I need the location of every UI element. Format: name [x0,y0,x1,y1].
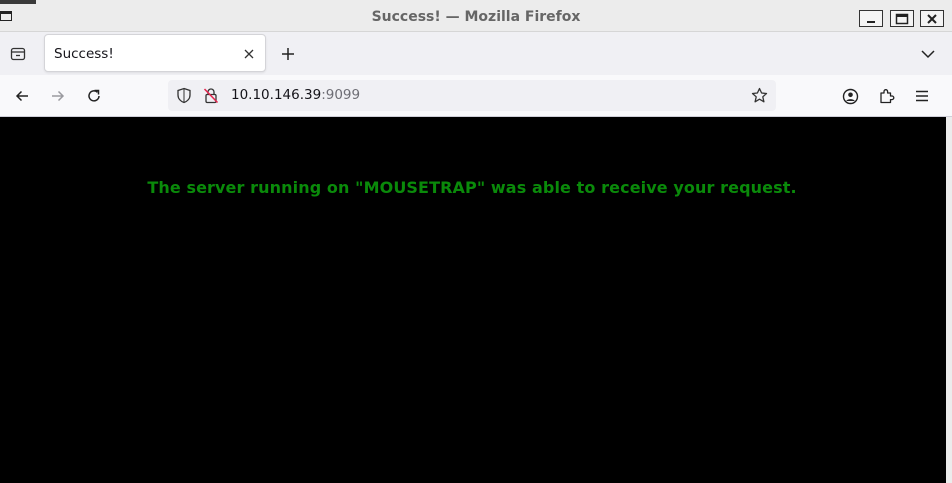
plus-icon [282,48,294,60]
bookmark-button[interactable] [751,87,768,108]
shield-icon [177,87,191,104]
account-icon [842,88,858,104]
address-bar[interactable]: 10.10.146.39:9099 [168,80,776,111]
insecure-lock-icon [203,88,219,104]
reload-icon [88,89,100,102]
extensions-icon [879,88,894,103]
firefox-view-icon [10,47,26,61]
maximize-icon [895,13,909,24]
navigation-toolbar: 10.10.146.39:9099 [0,75,952,117]
tracking-protection-button[interactable] [176,87,192,108]
site-identity-button[interactable] [203,87,219,108]
success-message: The server running on "MOUSETRAP" was ab… [147,178,797,197]
window-titlebar: Success! — Mozilla Firefox [0,0,952,32]
list-all-tabs-button[interactable] [918,44,938,64]
minimize-icon [867,20,875,23]
forward-button[interactable] [47,85,69,107]
maximize-button[interactable] [890,10,914,27]
close-tab-icon [244,49,254,59]
bookmark-star-icon [751,87,768,103]
new-tab-button[interactable] [277,43,299,65]
tab-close-button[interactable] [241,46,257,62]
close-window-button[interactable] [920,10,944,27]
url-host: 10.10.146.39 [231,87,322,103]
close-icon [927,13,937,24]
chevron-down-icon [921,50,935,59]
firefox-view-button[interactable] [8,44,28,64]
back-icon [15,90,28,102]
url-text: 10.10.146.39:9099 [231,80,360,111]
window-title: Success! — Mozilla Firefox [371,9,581,25]
minimize-button[interactable] [859,10,883,27]
menu-icon [916,90,928,102]
forward-icon [52,90,65,102]
account-button[interactable] [839,85,861,107]
page-content: The server running on "MOUSETRAP" was ab… [0,117,952,483]
reload-button[interactable] [83,85,105,107]
url-port: :9099 [321,87,361,103]
application-menu-button[interactable] [911,85,933,107]
tab-bar: Success! [0,32,952,75]
back-button[interactable] [11,85,33,107]
window-right-edge [946,117,952,483]
tab-success[interactable]: Success! [44,34,266,72]
tab-title: Success! [54,46,114,62]
extensions-button[interactable] [875,85,897,107]
